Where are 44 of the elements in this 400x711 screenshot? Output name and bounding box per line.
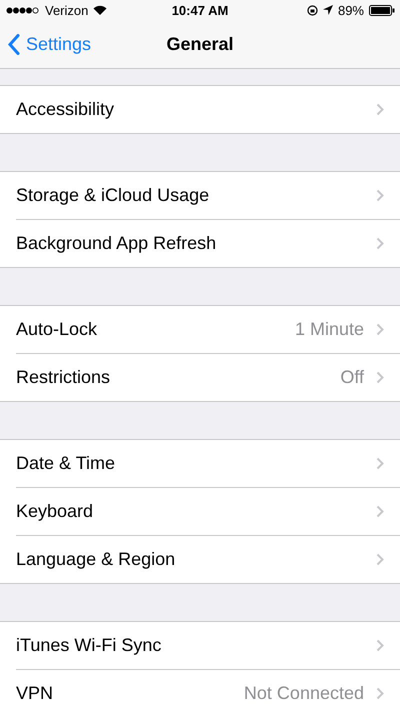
wifi-icon — [93, 5, 108, 15]
chevron-right-icon — [376, 457, 384, 470]
chevron-right-icon — [376, 687, 384, 700]
row-value: Off — [340, 367, 364, 388]
settings-row[interactable]: Restrictions Off — [0, 354, 400, 401]
chevron-right-icon — [376, 553, 384, 566]
row-label: Storage & iCloud Usage — [16, 185, 210, 206]
status-time: 10:47 AM — [172, 2, 228, 18]
battery-icon — [369, 4, 395, 16]
settings-row[interactable]: Storage & iCloud Usage — [0, 172, 400, 219]
settings-row[interactable]: iTunes Wi-Fi Sync — [0, 622, 400, 669]
row-label: iTunes Wi-Fi Sync — [16, 635, 162, 656]
chevron-right-icon — [376, 189, 384, 202]
row-label: VPN — [16, 683, 54, 704]
settings-row[interactable]: Background App Refresh — [0, 220, 400, 267]
settings-row[interactable]: VPN Not Connected — [0, 670, 400, 711]
chevron-right-icon — [376, 505, 384, 518]
row-label: Auto-Lock — [16, 319, 98, 340]
battery-percent: 89% — [338, 2, 364, 18]
row-label: Date & Time — [16, 453, 116, 474]
chevron-right-icon — [376, 237, 384, 250]
carrier-name: Verizon — [45, 2, 88, 18]
screen-title: General — [166, 34, 234, 54]
chevron-left-icon — [8, 34, 20, 54]
chevron-right-icon — [376, 103, 384, 116]
chevron-right-icon — [376, 371, 384, 384]
rotation-lock-icon — [306, 4, 318, 16]
row-label: Keyboard — [16, 501, 94, 522]
row-value: 1 Minute — [294, 319, 364, 340]
signal-icon — [6, 6, 40, 14]
settings-row[interactable]: Keyboard — [0, 488, 400, 535]
row-label: Accessibility — [16, 99, 116, 120]
settings-row[interactable]: Accessibility — [0, 86, 400, 133]
chevron-right-icon — [376, 323, 384, 336]
settings-row[interactable]: Auto-Lock 1 Minute — [0, 306, 400, 353]
settings-row[interactable]: Date & Time — [0, 440, 400, 487]
location-arrow-icon — [322, 5, 333, 15]
chevron-right-icon — [376, 639, 384, 652]
row-label: Restrictions — [16, 367, 112, 388]
row-value: Not Connected — [244, 683, 364, 704]
row-label: Background App Refresh — [16, 233, 218, 254]
row-label: Language & Region — [16, 549, 176, 570]
settings-row[interactable]: Language & Region — [0, 536, 400, 583]
back-button[interactable]: Settings — [0, 34, 92, 54]
